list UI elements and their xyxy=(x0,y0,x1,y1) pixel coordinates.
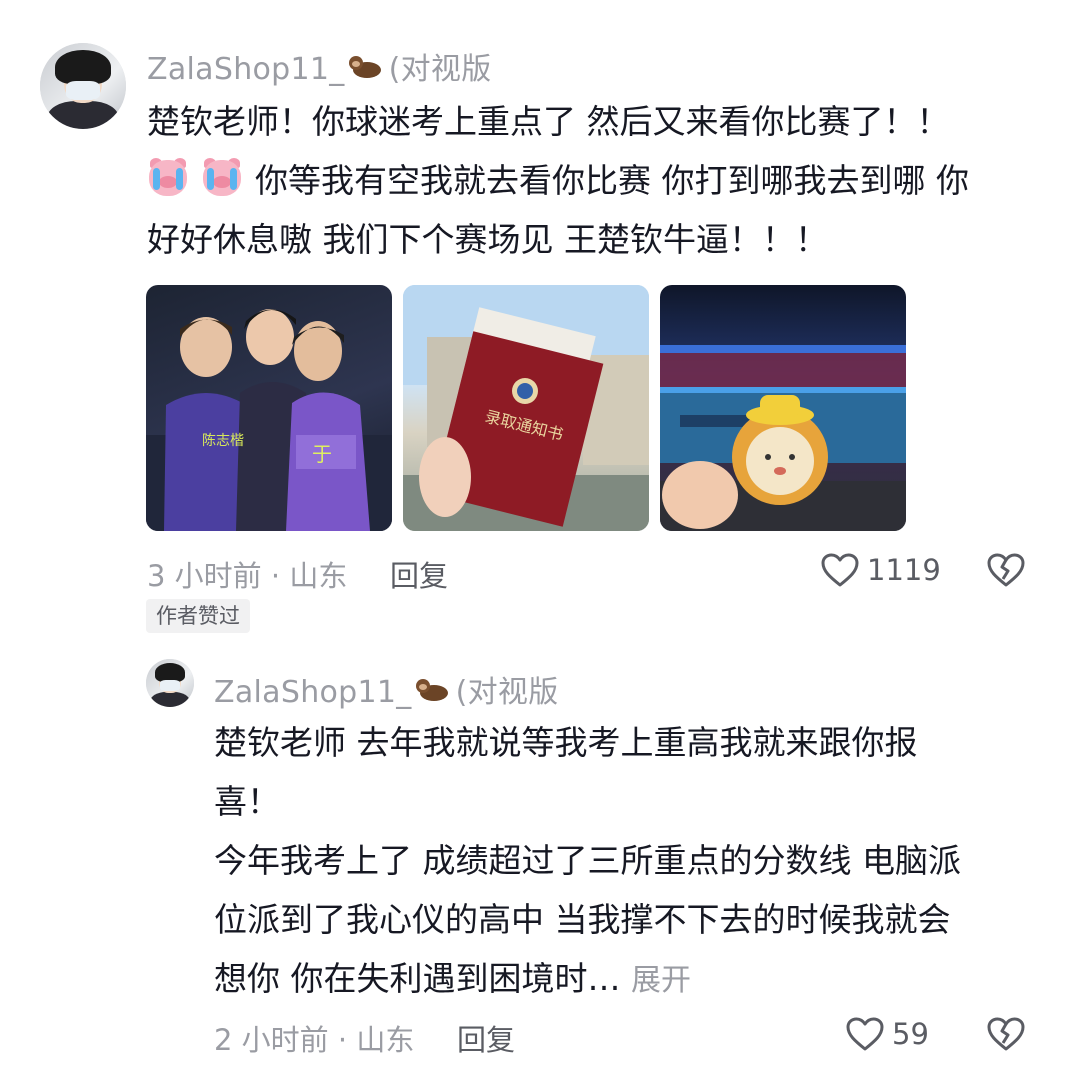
reply-text-line: 楚钦老师 去年我就说等我考上重高我就来跟你报 xyxy=(214,723,918,762)
crying-pig-emoji-icon xyxy=(147,158,189,198)
like-heart-icon[interactable] xyxy=(820,552,860,588)
crying-pig-emoji-icon xyxy=(201,158,243,198)
like-heart-icon[interactable] xyxy=(845,1016,885,1052)
expand-button[interactable]: 展开 xyxy=(631,963,691,998)
reply-time-location: 2 小时前 · 山东 xyxy=(214,1023,415,1057)
photo-admission-letter[interactable]: 录取通知书 xyxy=(403,285,649,531)
photo-players[interactable]: 于 陈志楷 xyxy=(146,285,392,531)
otter-emoji-icon xyxy=(347,54,385,82)
dislike-broken-heart-icon[interactable] xyxy=(986,1016,1026,1052)
avatar[interactable] xyxy=(40,43,126,129)
reply-text-line: 想你 你在失利遇到困境时… 展开 xyxy=(214,959,691,998)
stadium-plush-illustration xyxy=(660,345,906,531)
comment-text-line: 你等我有空我就去看你比赛 你打到哪我去到哪 你 xyxy=(147,151,1027,210)
svg-text:于: 于 xyxy=(312,444,332,466)
otter-emoji-icon xyxy=(414,677,452,705)
comment-text-line: 楚钦老师！你球迷考上重点了 然后又来看你比赛了！！ xyxy=(147,102,950,141)
svg-text:陈志楷: 陈志楷 xyxy=(202,432,244,448)
dislike-broken-heart-icon[interactable] xyxy=(986,552,1026,588)
reply-button[interactable]: 回复 xyxy=(390,553,448,595)
photo-stadium-plush[interactable] xyxy=(660,285,906,531)
reply-button[interactable]: 回复 xyxy=(457,1017,515,1059)
author-liked-badge: 作者赞过 xyxy=(146,599,250,633)
reply-text-line: 喜！ xyxy=(214,782,280,821)
username[interactable]: ZalaShop11_ (对视版 xyxy=(214,667,559,711)
avatar[interactable] xyxy=(146,659,194,707)
username[interactable]: ZalaShop11_ (对视版 xyxy=(147,44,492,88)
like-count: 59 xyxy=(892,1017,929,1051)
comment-text-line: 好好休息嗷 我们下个赛场见 王楚钦牛逼！！！ xyxy=(147,220,828,259)
players-illustration: 于 陈志楷 xyxy=(146,309,392,531)
reply-text-line: 位派到了我心仪的高中 当我撑不下去的时候我就会 xyxy=(214,900,951,939)
reply-text[interactable]: 楚钦老师 去年我就说等我考上重高我就来跟你报 喜！ 今年我考上了 成绩超过了三所… xyxy=(214,713,1024,1010)
reply-text-line: 今年我考上了 成绩超过了三所重点的分数线 电脑派 xyxy=(214,841,961,880)
like-count: 1119 xyxy=(867,553,941,587)
comment-time-location: 3 小时前 · 山东 xyxy=(147,559,348,593)
admission-letter-illustration: 录取通知书 xyxy=(403,285,649,531)
comment-text[interactable]: 楚钦老师！你球迷考上重点了 然后又来看你比赛了！！ 你等我有空我就去看你比赛 你… xyxy=(147,92,1027,269)
photo-grid: 于 陈志楷 录取通知书 xyxy=(146,285,906,531)
